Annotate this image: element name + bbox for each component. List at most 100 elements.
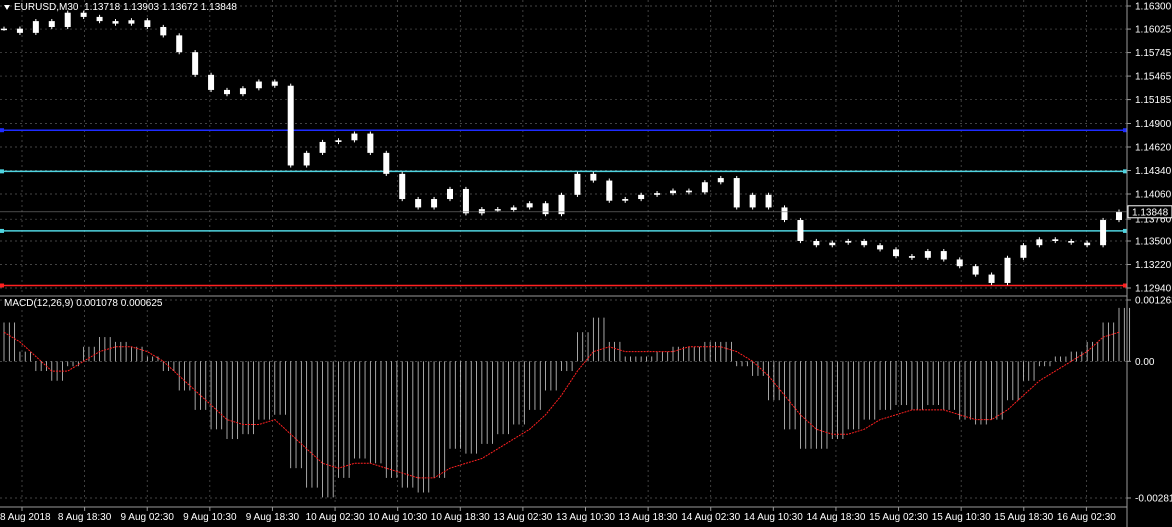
candle-body: [1084, 242, 1091, 246]
candle-body: [829, 242, 836, 246]
candle-body: [128, 20, 135, 24]
line-handle: [1123, 169, 1127, 174]
macd-tick-label: -0.002814: [1135, 494, 1172, 505]
ohlc-values: 1.13718 1.13903 1.13672 1.13848: [84, 2, 237, 13]
line-handle: [0, 128, 4, 133]
macd-label: MACD(12,26,9) 0.001078 0.000625: [4, 298, 163, 309]
candle-body: [383, 152, 390, 174]
candle-body: [1116, 211, 1122, 221]
candle-body: [733, 178, 740, 208]
price-tick-label: 1.15465: [1135, 72, 1172, 83]
candle-body: [606, 180, 613, 201]
candle-body: [208, 74, 215, 90]
candle-body: [893, 249, 899, 257]
collapse-triangle-icon[interactable]: [4, 4, 10, 10]
time-tick-label: 15 Aug 02:30: [869, 512, 928, 523]
candle-body: [670, 190, 676, 194]
candle-body: [1004, 257, 1011, 283]
candle-body: [144, 20, 151, 27]
candle-body: [224, 89, 230, 95]
candle-body: [654, 193, 661, 195]
candle-body: [685, 190, 692, 193]
candle-body: [940, 251, 947, 260]
candle-body: [924, 251, 931, 258]
candle-body: [558, 194, 565, 215]
candle-body: [638, 194, 645, 200]
candle-body: [510, 207, 517, 210]
candle-body: [542, 203, 549, 215]
candle-body: [96, 16, 103, 22]
candle-body: [431, 199, 438, 208]
candle-body: [415, 199, 422, 208]
line-handle: [1123, 128, 1127, 133]
candle-body: [462, 188, 469, 214]
candle-body: [1, 28, 7, 31]
price-tick-label: 1.14900: [1135, 119, 1172, 130]
time-tick-label: 14 Aug 10:30: [744, 512, 803, 523]
candle-body: [765, 194, 772, 208]
candle-body: [64, 12, 71, 27]
price-tick-label: 1.16025: [1135, 25, 1172, 36]
candle-body: [1100, 220, 1107, 246]
candle-body: [335, 140, 342, 142]
line-handle: [1123, 283, 1127, 288]
candle-body: [861, 241, 868, 246]
price-tick-label: 1.15185: [1135, 95, 1172, 106]
candle-body: [590, 173, 597, 181]
candle-body: [447, 188, 453, 200]
time-tick-label: 13 Aug 10:30: [556, 512, 615, 523]
time-tick-label: 9 Aug 10:30: [183, 512, 237, 523]
candle-body: [845, 241, 852, 243]
candle-body: [701, 182, 708, 193]
candle-body: [176, 35, 183, 53]
candle-body: [1068, 241, 1075, 243]
candle-body: [80, 12, 87, 17]
price-tick-label: 1.16300: [1135, 2, 1172, 13]
time-tick-label: 8 Aug 2018: [0, 512, 51, 523]
price-tick-label: 1.14620: [1135, 143, 1172, 154]
time-tick-label: 14 Aug 18:30: [806, 512, 865, 523]
time-tick-label: 10 Aug 10:30: [368, 512, 427, 523]
candle-body: [1036, 239, 1043, 246]
candle-body: [287, 85, 294, 166]
indicator-header: MACD(12,26,9) 0.001078 0.000625: [4, 298, 162, 309]
candle-body: [192, 52, 199, 75]
current-price-label: 1.13848: [1132, 207, 1169, 218]
time-tick-label: 13 Aug 18:30: [619, 512, 678, 523]
candle-body: [574, 173, 581, 195]
time-tick-label: 10 Aug 02:30: [306, 512, 365, 523]
time-tick-label: 13 Aug 02:30: [493, 512, 552, 523]
candle-body: [399, 173, 406, 200]
time-tick-label: 14 Aug 02:30: [681, 512, 740, 523]
candle-body: [351, 133, 358, 141]
time-tick-label: 8 Aug 18:30: [58, 512, 112, 523]
candle-body: [112, 21, 119, 24]
time-tick-label: 9 Aug 02:30: [121, 512, 175, 523]
candle-body: [781, 207, 788, 221]
candle-body: [717, 178, 724, 183]
line-handle: [0, 283, 4, 288]
candle-body: [160, 26, 167, 36]
candle-body: [908, 256, 915, 258]
macd-tick-label: 0.00: [1135, 357, 1155, 368]
candle-body: [303, 152, 310, 166]
time-tick-label: 16 Aug 02:30: [1057, 512, 1116, 523]
candle-body: [48, 21, 55, 27]
chart-header: EURUSD,M30 1.13718 1.13903 1.13672 1.138…: [4, 2, 237, 13]
line-handle: [0, 228, 4, 233]
candle-body: [319, 141, 326, 153]
candle-body: [16, 28, 23, 33]
candle-body: [367, 133, 374, 153]
price-tick-label: 1.13500: [1135, 237, 1172, 248]
macd-tick-label: 0.001263: [1135, 296, 1172, 307]
trading-chart[interactable]: 1.16300 1.16025 1.15745 1.15465 1.15185 1.149…: [0, 0, 1172, 527]
candle-body: [32, 21, 39, 33]
candle-body: [478, 209, 485, 214]
candle-body: [239, 88, 246, 95]
candle-body: [271, 81, 278, 86]
price-tick-label: 1.13220: [1135, 260, 1172, 271]
candle-body: [1020, 245, 1027, 258]
candle-body: [797, 220, 804, 241]
candle-body: [972, 266, 979, 275]
candle-body: [813, 241, 820, 246]
